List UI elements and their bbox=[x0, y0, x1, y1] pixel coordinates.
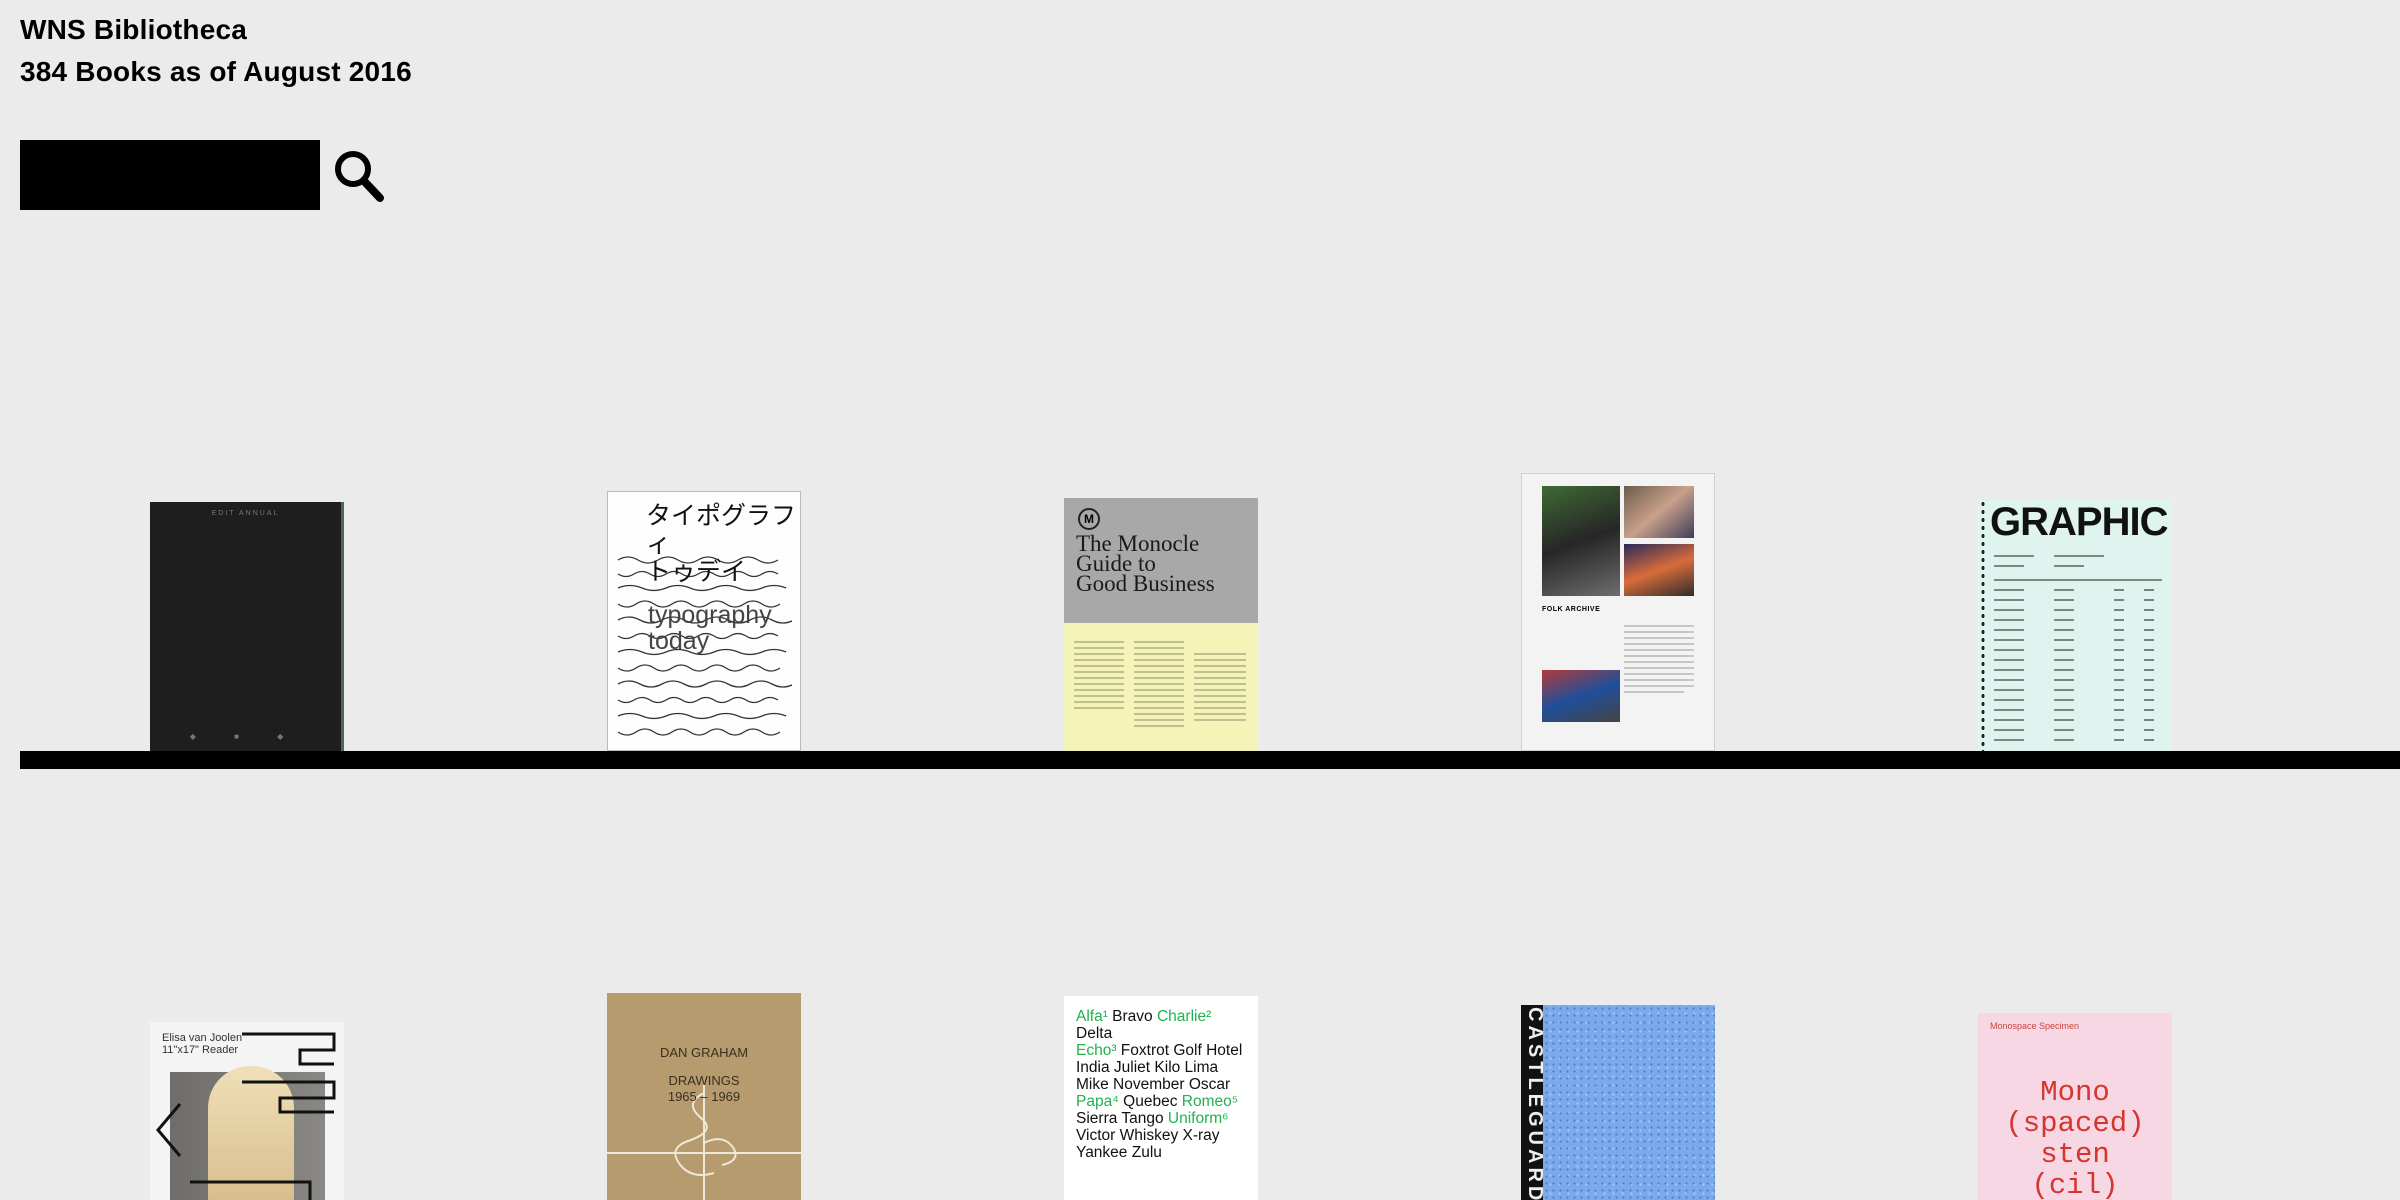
bibliotheca-page: WNS Bibliotheca 384 Books as of August 2… bbox=[0, 0, 2400, 1200]
book-cover-title: The Monocle Guide to Good Business bbox=[1076, 531, 1215, 596]
word: India Juliet Kilo Lima bbox=[1076, 1059, 1219, 1076]
book-cover-text-line: Mike November Oscar bbox=[1076, 1076, 1250, 1093]
cover-photo bbox=[1542, 486, 1620, 596]
highlighted-word: Papa⁴ bbox=[1076, 1093, 1119, 1110]
highlighted-word: Charlie² bbox=[1156, 1008, 1212, 1025]
book-cover-reader[interactable]: Elisa van Joolen 11"x17" Reader bbox=[150, 1022, 344, 1200]
cover-texture bbox=[1543, 1005, 1715, 1200]
word: Foxtrot Golf Hotel bbox=[1116, 1042, 1243, 1059]
book-cover-title: DRAWINGS 1965 – 1969 bbox=[667, 1073, 741, 1104]
highlighted-word: Alfa¹ bbox=[1076, 1008, 1108, 1025]
text-block-decoration bbox=[1624, 625, 1694, 693]
book-cover-text-line: Sierra Tango Uniform⁶ bbox=[1076, 1110, 1250, 1127]
book-cover-1[interactable]: EDIT ANNUAL ◆ ■ ◆ bbox=[150, 502, 344, 751]
monocle-logo: M bbox=[1078, 508, 1100, 530]
book-cover-castleguard[interactable]: CASTLEGUARD bbox=[1521, 1005, 1715, 1200]
book-cover-author: Elisa van Joolen 11"x17" Reader bbox=[162, 1032, 243, 1056]
book-cover-graphic[interactable]: GRAPHIC bbox=[1978, 500, 2172, 751]
book-cover-typography-today[interactable]: タイポグラフィ トゥデイ typography today bbox=[607, 491, 801, 751]
bookshelf-divider bbox=[20, 751, 2400, 769]
spiral-binding bbox=[1980, 500, 1986, 751]
cover-photo bbox=[1624, 544, 1694, 596]
cover-photo bbox=[1624, 486, 1694, 538]
book-cover-jp-title: タイポグラフィ トゥデイ bbox=[646, 501, 797, 586]
site-title: WNS Bibliotheca bbox=[20, 14, 248, 45]
word: Bravo bbox=[1107, 1008, 1157, 1025]
text-block-decoration bbox=[1074, 641, 1246, 727]
word: Yankee Zulu bbox=[1076, 1144, 1162, 1161]
book-cover-author: DAN GRAHAM bbox=[659, 1045, 749, 1060]
search-icon bbox=[335, 151, 384, 202]
book-cover-text-line: Alfa¹ Bravo Charlie² Delta bbox=[1076, 1008, 1250, 1042]
book-cover-text-line: Victor Whiskey X-ray bbox=[1076, 1127, 1250, 1144]
book-cover-1-top-text: EDIT ANNUAL bbox=[211, 510, 280, 517]
highlighted-word: Romeo⁵ bbox=[1181, 1093, 1239, 1110]
book-cover-label: FOLK ARCHIVE bbox=[1542, 606, 1601, 613]
book-cover-1-bottom-text: ◆ ■ ◆ bbox=[189, 732, 302, 741]
book-cover-text-line: India Juliet Kilo Lima bbox=[1076, 1059, 1250, 1076]
book-cover-text: Alfa¹ Bravo Charlie² Delta Echo³ Foxtrot … bbox=[1076, 1008, 1250, 1161]
word: Delta bbox=[1076, 1025, 1113, 1042]
highlighted-word: Uniform⁶ bbox=[1167, 1110, 1229, 1127]
table-decoration bbox=[1994, 555, 2162, 741]
book-cover-subtitle: Monospace Specimen bbox=[1990, 1021, 2080, 1031]
word: Quebec bbox=[1118, 1093, 1182, 1110]
book-cover-text-line: Yankee Zulu bbox=[1076, 1144, 1250, 1161]
book-cover-folk-archive[interactable]: FOLK ARCHIVE bbox=[1521, 473, 1715, 751]
book-spine-title: CASTLEGUARD bbox=[1524, 1007, 1546, 1200]
book-cover-dan-graham[interactable]: DAN GRAHAM DRAWINGS 1965 – 1969 bbox=[607, 993, 801, 1200]
highlighted-word: Echo³ bbox=[1076, 1042, 1117, 1059]
book-cover-text-line: Papa⁴ Quebec Romeo⁵ bbox=[1076, 1093, 1250, 1110]
cover-photo bbox=[1542, 670, 1620, 722]
book-cover-title: GRAPHIC bbox=[1990, 500, 2168, 544]
search-input[interactable] bbox=[20, 140, 320, 210]
book-cover-title: typography today bbox=[648, 601, 772, 655]
book-cover-text-line: Echo³ Foxtrot Golf Hotel bbox=[1076, 1042, 1250, 1059]
search-button[interactable] bbox=[330, 146, 386, 204]
book-spine: CASTLEGUARD bbox=[1521, 1005, 1546, 1200]
book-cover-monospace[interactable]: Monospace Specimen Mono (spaced) sten (c… bbox=[1978, 1013, 2172, 1200]
book-count: 384 Books as of August 2016 bbox=[20, 56, 412, 87]
book-cover-monocle-guide[interactable]: M The Monocle Guide to Good Business bbox=[1064, 498, 1258, 751]
word: Victor Whiskey X-ray bbox=[1076, 1127, 1220, 1144]
book-cover-title: Mono (spaced) sten (cil) bbox=[2005, 1076, 2145, 1200]
word: Sierra Tango bbox=[1076, 1110, 1168, 1127]
word: Mike November Oscar bbox=[1076, 1076, 1231, 1093]
book-cover-alphabet[interactable]: Alfa¹ Bravo Charlie² Delta Echo³ Foxtrot … bbox=[1064, 996, 1258, 1200]
